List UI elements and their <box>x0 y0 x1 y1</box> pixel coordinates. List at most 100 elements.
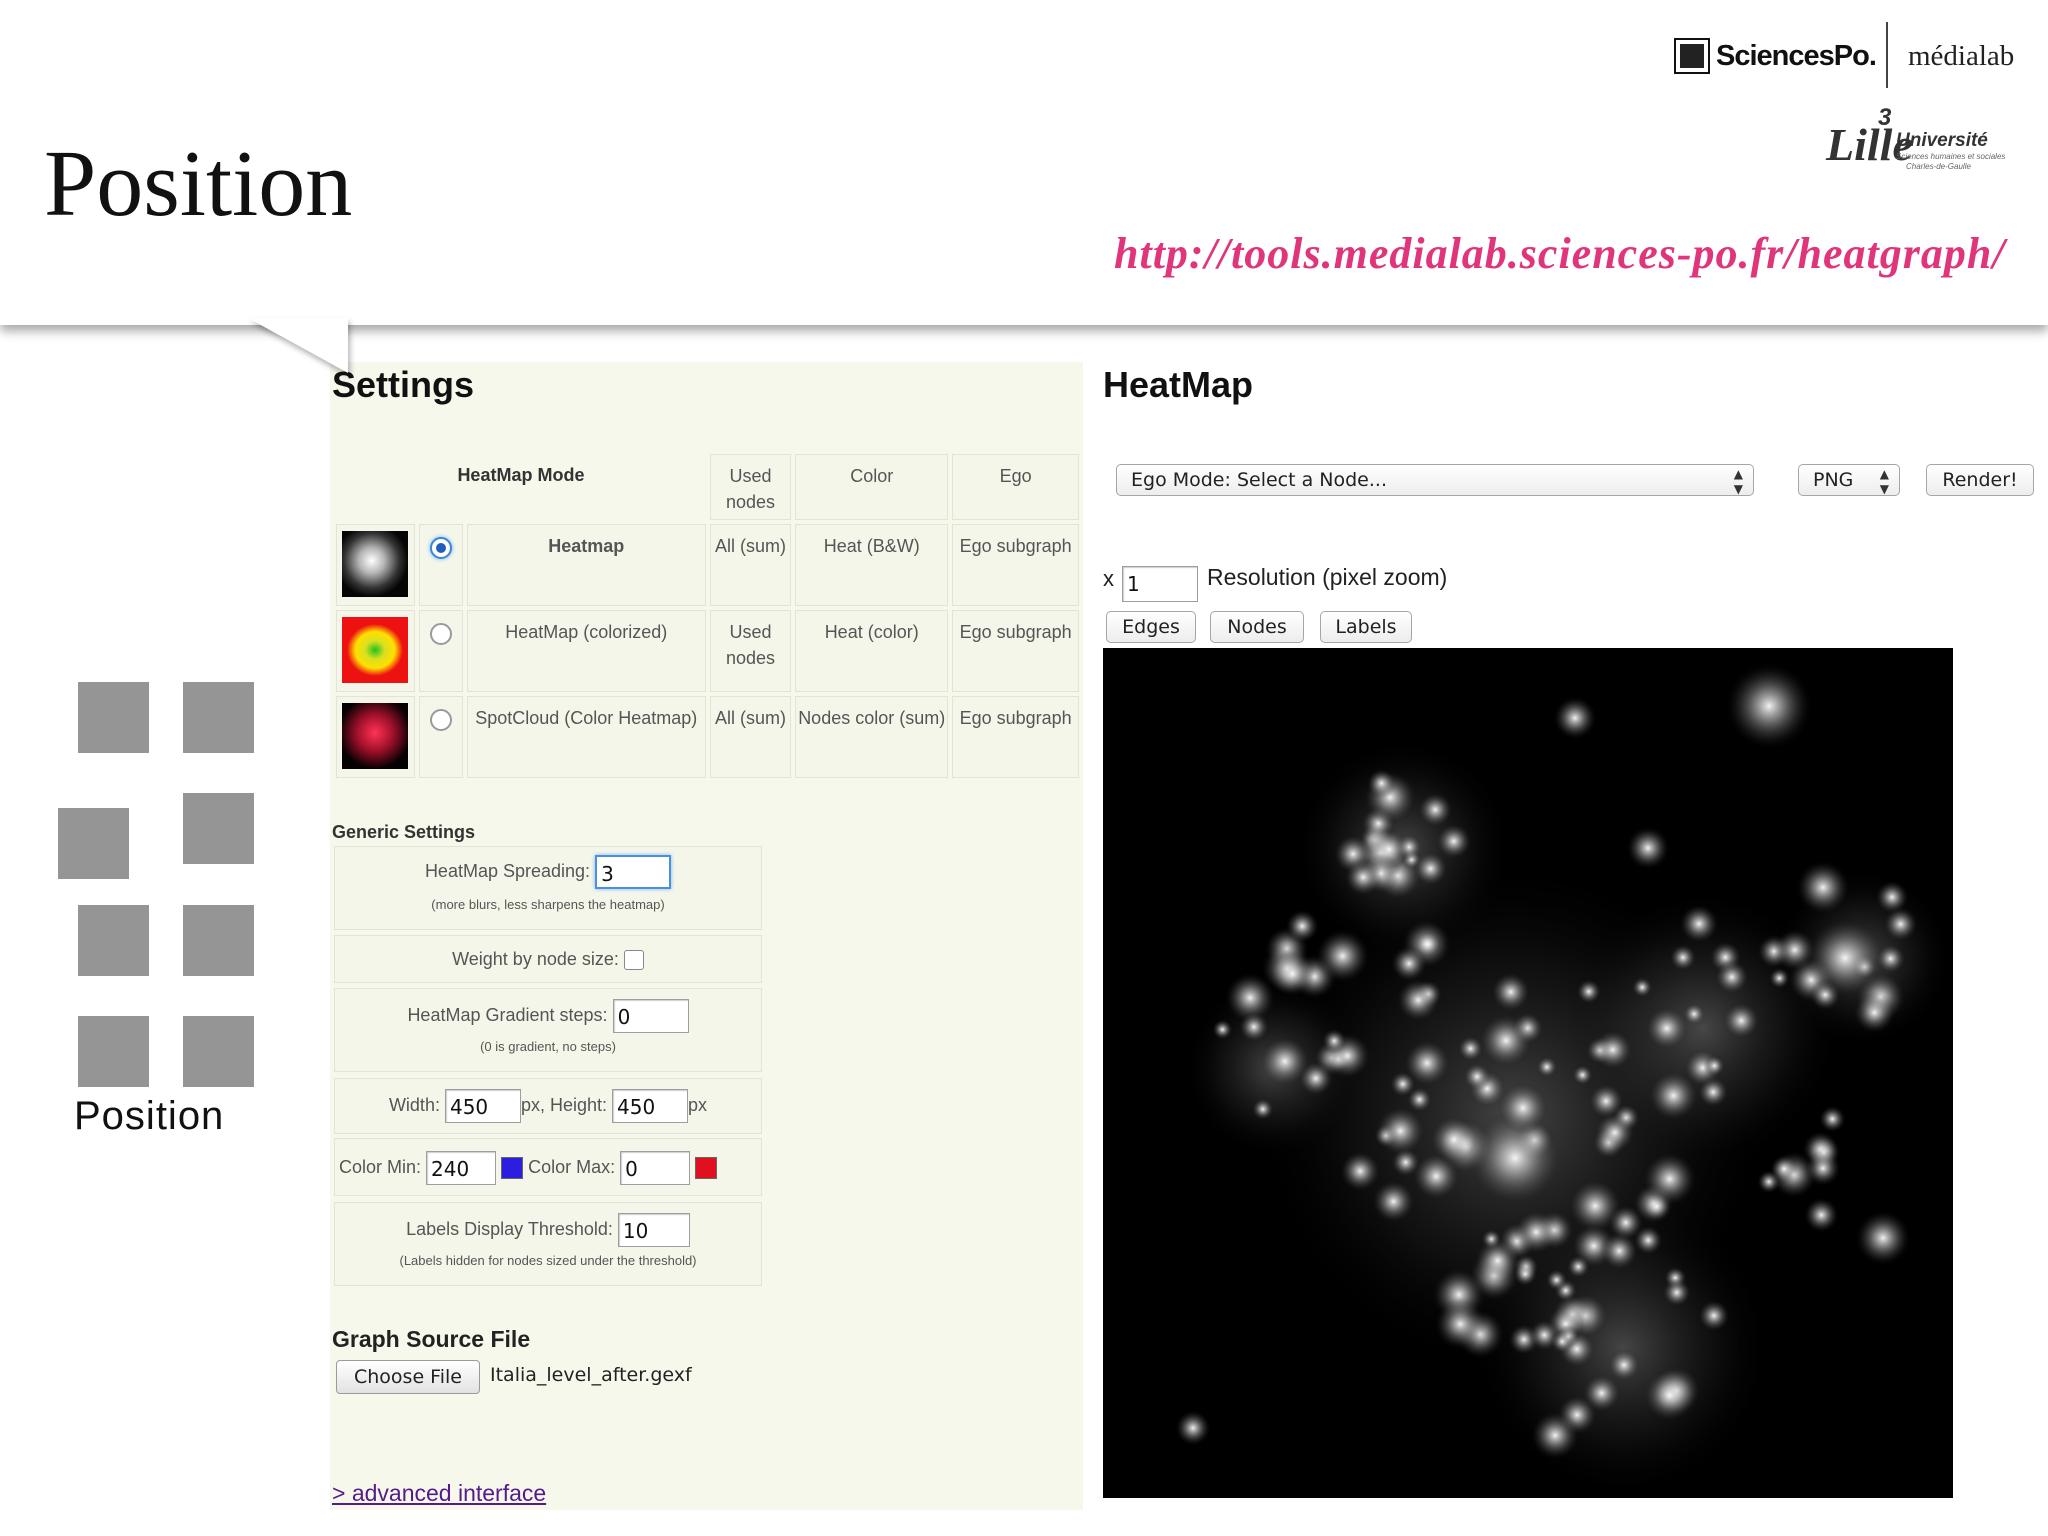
position-icon-square <box>183 682 254 753</box>
mode-ego: Ego subgraph <box>952 610 1079 692</box>
heatmap-spot <box>1550 1329 1574 1354</box>
labels-setting: Labels Display Threshold: 10 (Labels hid… <box>334 1202 762 1286</box>
heatmap-spot <box>1703 1055 1726 1077</box>
mode-name: HeatMap (colorized) <box>466 610 706 692</box>
sciencespo-logo: SciencesPo. <box>1674 38 1877 74</box>
color-setting: Color Min: 240 Color Max: 0 <box>334 1138 762 1196</box>
position-icon-square <box>183 793 254 864</box>
heatmap-spot <box>1344 858 1383 897</box>
mode-radio-heatmap-colorized[interactable] <box>429 623 452 645</box>
heatmap-hotspot <box>1497 1082 1549 1134</box>
weight-checkbox[interactable] <box>623 950 644 971</box>
heatmap-hotspot <box>1175 1410 1211 1446</box>
callout-tail <box>248 318 348 373</box>
heatmap-spot <box>1804 1150 1842 1187</box>
select-arrows-icon: ▲ ▼ <box>1879 467 1889 496</box>
heatmap-spot <box>1390 1147 1421 1178</box>
width-input[interactable]: 450 <box>444 1089 521 1123</box>
spreading-setting: HeatMap Spreading: 3 (more blurs, less s… <box>334 846 762 930</box>
heatmap-spot <box>1795 860 1851 915</box>
spreading-input[interactable]: 3 <box>595 855 672 889</box>
position-icon-square <box>78 1016 149 1087</box>
format-select[interactable]: PNG ▲ ▼ <box>1798 464 1900 496</box>
selected-file-name: Italia_level_after.gexf <box>490 1364 692 1386</box>
heatmap-thumb <box>336 610 415 692</box>
heatmap-hotspot <box>1553 696 1597 740</box>
mode-radio-cell[interactable] <box>418 696 463 778</box>
advanced-interface-link[interactable]: > advanced interface <box>332 1480 546 1507</box>
table-row[interactable]: HeatMap (colorized) Used nodes Heat (col… <box>336 610 1079 692</box>
mode-radio-cell[interactable] <box>418 524 463 606</box>
position-icon-square <box>78 682 149 753</box>
lille-logo-universite: Université <box>1896 130 1988 151</box>
position-icon-square <box>183 905 254 976</box>
heatmap-canvas[interactable] <box>1103 648 1953 1498</box>
heatmap-hotspot <box>1626 826 1670 870</box>
choose-file-button[interactable]: Choose File <box>336 1360 480 1394</box>
labels-threshold-label: Labels Display Threshold: <box>406 1218 613 1239</box>
col-color: Color <box>795 454 949 520</box>
format-select-value: PNG <box>1813 469 1854 491</box>
labels-button[interactable]: Labels <box>1320 611 1412 643</box>
heatmap-spot <box>1818 1105 1847 1133</box>
heatmap-spot <box>1697 1299 1730 1332</box>
color-min-label: Color Min: <box>339 1156 422 1177</box>
table-row[interactable]: SpotCloud (Color Heatmap) All (sum) Node… <box>336 696 1079 778</box>
sciencespo-logo-text: SciencesPo. <box>1716 39 1877 72</box>
heatmap-spot <box>1642 1192 1671 1221</box>
heatmap-spot <box>1582 1373 1622 1413</box>
heatmap-spot <box>1566 1255 1591 1279</box>
mode-radio-spotcloud[interactable] <box>429 709 452 731</box>
heatmap-spot <box>1770 1154 1799 1183</box>
weight-setting: Weight by node size: <box>334 935 762 983</box>
heatmap-thumb <box>336 696 415 778</box>
width-label: Width: <box>388 1094 440 1115</box>
heatmap-thumb <box>336 524 415 606</box>
heatmap-spot <box>1645 1006 1689 1051</box>
heatmap-hotspot <box>1855 1210 1911 1266</box>
resolution-input[interactable]: 1 <box>1122 566 1198 602</box>
px-unit-label: px <box>688 1094 708 1115</box>
labels-threshold-input[interactable]: 10 <box>617 1213 690 1247</box>
ego-mode-select[interactable]: Ego Mode: Select a Node... ▲ ▼ <box>1116 464 1754 496</box>
mode-radio-cell[interactable] <box>418 610 463 692</box>
weight-label: Weight by node size: <box>452 949 619 969</box>
mode-radio-heatmap[interactable] <box>429 537 452 559</box>
heatmap-spot <box>1683 1002 1706 1026</box>
gradient-input[interactable]: 0 <box>612 999 689 1033</box>
heatmap-mode-table: HeatMap Mode Used nodes Color Ego Heatma… <box>332 450 1083 782</box>
heatmap-spot <box>1662 1278 1692 1307</box>
heatmap-spot <box>1269 950 1316 997</box>
heatmap-spot <box>1403 1039 1451 1087</box>
slide-title: Position <box>44 132 353 236</box>
edges-button[interactable]: Edges <box>1106 611 1196 643</box>
heatmap-spot <box>1212 1019 1233 1040</box>
mode-ego: Ego subgraph <box>952 696 1079 778</box>
settings-title: Settings <box>332 364 475 405</box>
position-icon-square <box>78 905 149 976</box>
nodes-button[interactable]: Nodes <box>1210 611 1304 643</box>
heatmap-spot <box>1259 1036 1311 1087</box>
labels-threshold-hint: (Labels hidden for nodes sized under the… <box>399 1253 697 1268</box>
heatmap-spot <box>1536 1056 1558 1078</box>
heatmap-spot <box>1607 1348 1641 1382</box>
color-min-input[interactable]: 240 <box>426 1151 497 1185</box>
mode-name: SpotCloud (Color Heatmap) <box>466 696 706 778</box>
heatmap-spot <box>1679 903 1720 944</box>
color-min-swatch <box>501 1157 524 1179</box>
table-row[interactable]: Heatmap All (sum) Heat (B&W) Ego subgrap… <box>336 524 1079 606</box>
heatmap-spot <box>1513 1209 1559 1255</box>
mode-used: All (sum) <box>709 696 792 778</box>
color-max-input[interactable]: 0 <box>620 1151 691 1185</box>
heatmap-spot <box>1490 972 1531 1012</box>
height-input[interactable]: 450 <box>612 1089 689 1123</box>
heatmap-spot <box>1883 906 1919 942</box>
heatmap-spot <box>1545 1269 1568 1291</box>
heatmap-spot <box>1238 1011 1270 1043</box>
render-button[interactable]: Render! <box>1926 464 2034 496</box>
heatmap-spot <box>1572 1064 1593 1086</box>
heatmap-hotspot <box>1725 662 1813 750</box>
spreading-label: HeatMap Spreading: <box>424 860 591 881</box>
heatmap-spot <box>1396 978 1441 1022</box>
position-icon-label: Position <box>74 1094 225 1138</box>
